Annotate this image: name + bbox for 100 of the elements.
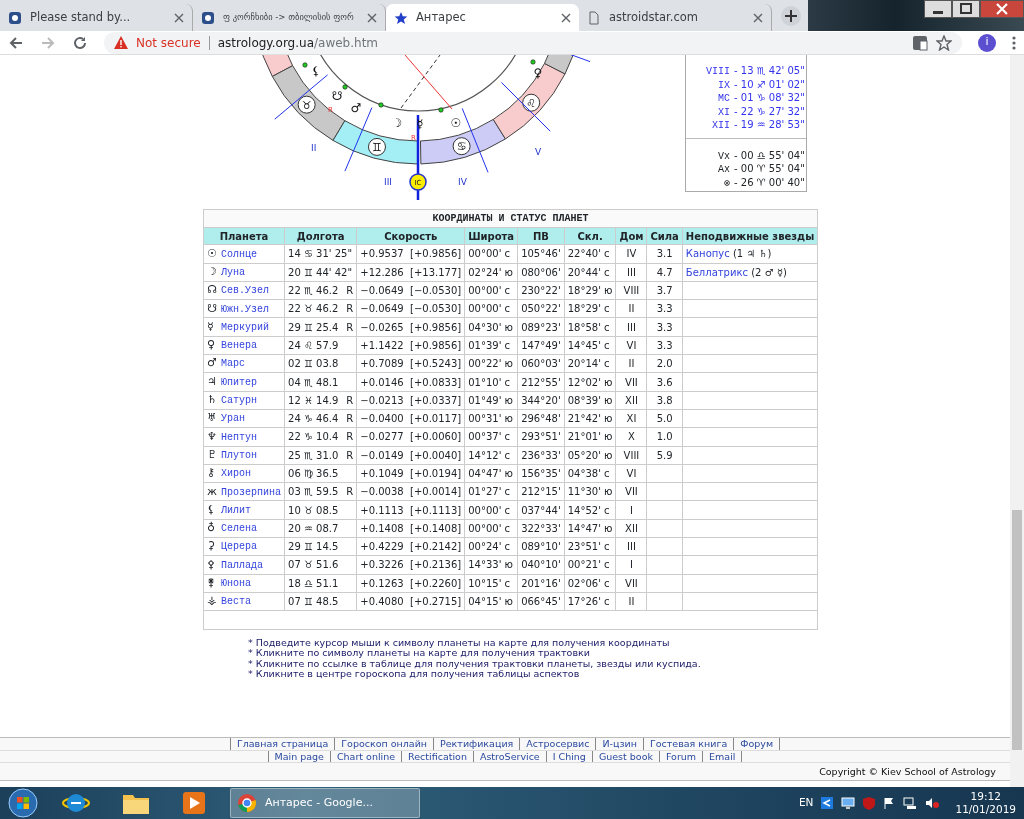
planet-link[interactable]: Плутон	[221, 449, 257, 461]
browser-tab[interactable]: Антарес	[386, 4, 579, 31]
security-label: Not secure	[136, 34, 201, 52]
planet-link[interactable]: Меркурий	[221, 321, 269, 333]
planet-link[interactable]: Венера	[221, 340, 257, 352]
star-link[interactable]: Беллатрикс	[685, 266, 748, 278]
taskbar-task[interactable]: Антарес - Google...	[230, 788, 420, 818]
cusp-row[interactable]: XI - 22 ♑ 27' 32"	[686, 104, 806, 118]
flag-icon[interactable]	[883, 797, 896, 809]
new-tab-icon[interactable]	[780, 5, 802, 27]
cusp-row[interactable]: IX - 10 ♐ 01' 02"	[686, 77, 806, 91]
planet-link[interactable]: Церера	[221, 541, 257, 553]
planet-link[interactable]: Нептун	[221, 431, 257, 443]
play-icon[interactable]	[182, 791, 206, 815]
start-orb-icon[interactable]	[8, 788, 38, 818]
longitude-text: 12 ♓ 14.9	[288, 394, 339, 406]
nav-link[interactable]: Форум	[733, 737, 781, 750]
translate-icon[interactable]	[912, 34, 928, 51]
table-cell: 5.0	[646, 409, 683, 428]
help-note: * Кликните в центре гороскопа для получения таблицы аспектов	[248, 669, 581, 680]
planet-link[interactable]: Солнце	[221, 248, 257, 260]
longitude-text: 29 ♊ 25.4	[288, 321, 339, 333]
nav-link[interactable]: I Ching	[545, 750, 592, 762]
point-row-text: Ax - 00 ♈ 55' 04"	[717, 162, 806, 176]
table-cell: +0.3226 [+0.2136]	[356, 555, 465, 575]
close-icon[interactable]	[174, 12, 184, 23]
close-icon[interactable]	[980, 0, 1024, 18]
profile-avatar[interactable]: i	[978, 33, 996, 52]
planet-glyph: ♆	[207, 428, 218, 445]
scrollbar-thumb[interactable]	[1012, 510, 1022, 750]
retrograde-mark: R	[346, 285, 354, 297]
table-cell: 5.9	[646, 446, 683, 465]
reload-icon[interactable]	[72, 34, 88, 51]
table-title: КООРДИНАТЫ И СТАТУС ПЛАНЕТ	[203, 209, 818, 228]
planet-link[interactable]: Веста	[221, 596, 251, 608]
cusp-row[interactable]: XII - 19 ♒ 28' 53"	[686, 118, 806, 132]
planet-link[interactable]: Луна	[221, 267, 245, 278]
scrollbar[interactable]	[1010, 55, 1024, 787]
cusp-row[interactable]: VIII - 13 ♏ 42' 05"	[686, 64, 806, 78]
table-cell: VII	[616, 482, 647, 501]
planet-link[interactable]: Прозерпина	[221, 486, 281, 498]
longitude-text: 02 ♊ 03.8	[288, 358, 339, 370]
nav-link[interactable]: Ректификация	[433, 737, 520, 750]
minimize-icon[interactable]	[924, 0, 952, 18]
table-cell: 00°00' с	[464, 244, 518, 264]
table-cell: VII	[616, 574, 647, 593]
speaker-muted-icon[interactable]	[925, 797, 940, 809]
back-icon[interactable]	[8, 34, 24, 51]
planet-link[interactable]: Хирон	[221, 468, 251, 480]
more-menu-icon[interactable]	[1012, 34, 1016, 51]
nav-link[interactable]: Гороскоп онлайн	[334, 737, 434, 750]
table-cell: 3.8	[646, 391, 683, 410]
table-cell: 00°24' с	[464, 537, 518, 556]
nav-link[interactable]: Rectification	[401, 750, 473, 762]
nav-link[interactable]: И-цзин	[595, 737, 643, 750]
house-number: II	[311, 143, 317, 153]
planet-link[interactable]: Юпитер	[221, 376, 257, 388]
nav-link[interactable]: Chart online	[329, 750, 402, 762]
planet-glyph: ⚵	[207, 575, 217, 592]
nav-link[interactable]: Email	[702, 750, 743, 762]
table-cell: VI	[616, 336, 647, 355]
table-cell: XII	[616, 519, 647, 538]
clock[interactable]: 19:12 11/01/2019	[955, 790, 1016, 816]
planet-link[interactable]: Уран	[221, 413, 245, 425]
table-cell: 21°01' ю	[564, 427, 616, 447]
nav-link[interactable]: AstroService	[472, 750, 546, 762]
nav-link[interactable]: Forum	[658, 750, 703, 762]
table-cell: 18°58' с	[564, 318, 616, 337]
planet-link[interactable]: Юнона	[221, 578, 251, 590]
star-link[interactable]: Канопус	[685, 248, 730, 260]
nav-link[interactable]: Гостевая книга	[642, 737, 734, 750]
zodiac-sign-badge: ♋	[452, 137, 471, 156]
planet-link[interactable]: Южн.Узел	[221, 303, 269, 315]
close-icon[interactable]	[367, 12, 377, 23]
network-icon[interactable]	[903, 797, 918, 809]
language-indicator[interactable]: EN	[798, 795, 814, 811]
maximize-icon[interactable]	[952, 0, 980, 18]
share-icon[interactable]	[821, 797, 834, 809]
close-icon[interactable]	[753, 12, 763, 23]
address-bar[interactable]: Not secure astrology.org.ua/aweb.htm	[104, 31, 962, 54]
table-cell: 00°00' с	[464, 500, 518, 520]
cusp-row[interactable]: MC - 01 ♑ 08' 32"	[686, 91, 806, 105]
nav-link[interactable]: Main page	[267, 750, 330, 762]
table-cell: X	[616, 427, 647, 447]
planet-link[interactable]: Селена	[221, 523, 257, 535]
planet-link[interactable]: Марс	[221, 358, 245, 370]
close-icon[interactable]	[561, 12, 571, 23]
table-cell: 040°10'	[517, 555, 565, 575]
bookmark-star-icon[interactable]	[936, 34, 952, 51]
site-logo-icon	[201, 10, 215, 25]
planet-link[interactable]: Сатурн	[221, 395, 257, 407]
nav-link[interactable]: Астросервис	[519, 737, 596, 750]
nav-link[interactable]: Главная страница	[229, 737, 335, 750]
planet-link[interactable]: Паллада	[221, 559, 263, 571]
nav-link[interactable]: Guest book	[591, 750, 659, 762]
monitor-icon[interactable]	[841, 797, 856, 809]
planet-marker-dot	[378, 102, 384, 108]
planet-link[interactable]: Сев.Узел	[221, 285, 269, 297]
planet-link[interactable]: Лилит	[221, 504, 251, 516]
planet-glyph: ☊	[207, 282, 218, 299]
